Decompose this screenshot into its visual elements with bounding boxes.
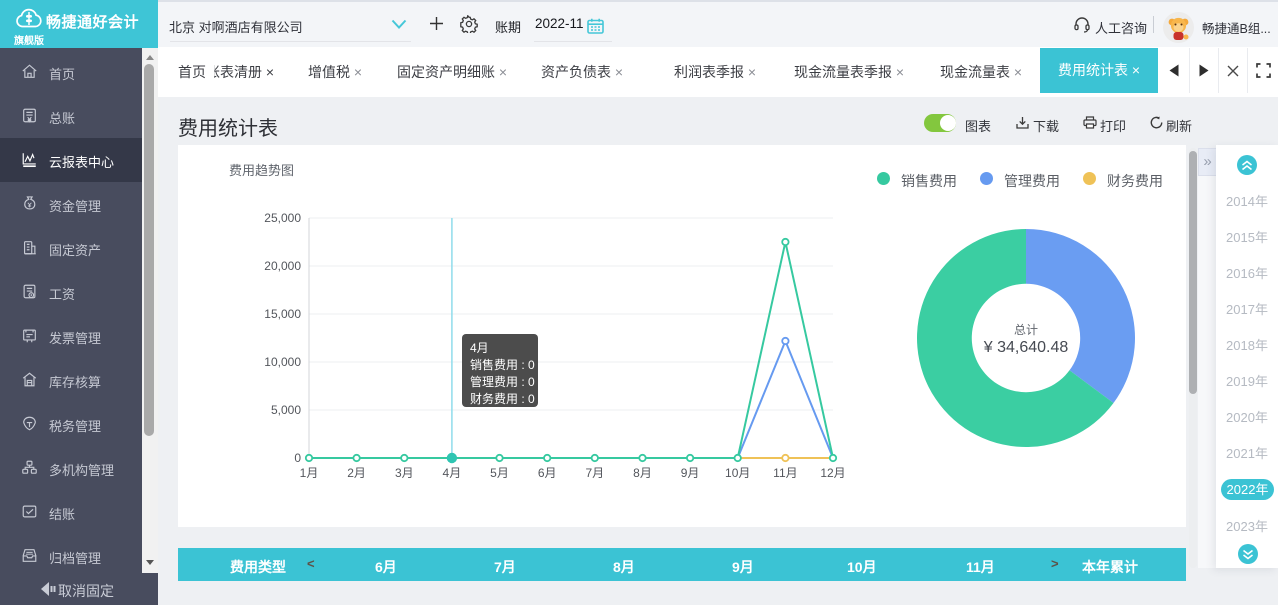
svg-text:1月: 1月 — [300, 466, 319, 480]
svg-text:5,000: 5,000 — [271, 403, 301, 417]
svg-text:3月: 3月 — [395, 466, 414, 480]
svg-text:7月: 7月 — [585, 466, 604, 480]
svg-text:0: 0 — [294, 451, 301, 465]
svg-text:8月: 8月 — [633, 466, 652, 480]
svg-text:¥: ¥ — [28, 117, 32, 124]
svg-text:10月: 10月 — [725, 466, 750, 480]
svg-text:2月: 2月 — [347, 466, 366, 480]
svg-text:10,000: 10,000 — [264, 355, 301, 369]
svg-text:12月: 12月 — [820, 466, 845, 480]
svg-text:25,000: 25,000 — [264, 211, 301, 225]
svg-text:¥ 34,640.48: ¥ 34,640.48 — [983, 339, 1069, 356]
svg-text:15,000: 15,000 — [264, 307, 301, 321]
svg-text:5月: 5月 — [490, 466, 509, 480]
svg-text:6月: 6月 — [538, 466, 557, 480]
svg-text:9月: 9月 — [681, 466, 700, 480]
svg-text:11月: 11月 — [773, 466, 797, 480]
svg-text:4月: 4月 — [443, 466, 462, 480]
svg-text:总计: 总计 — [1014, 323, 1038, 337]
svg-text:20,000: 20,000 — [264, 259, 301, 273]
